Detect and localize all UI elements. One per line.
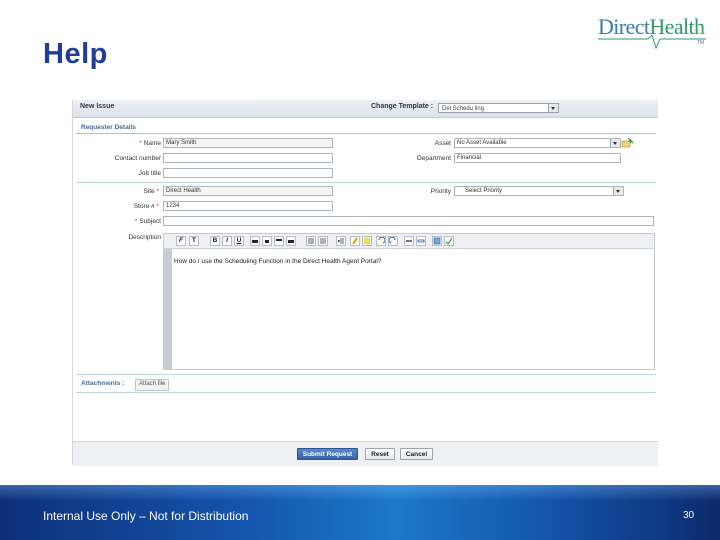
chevron-down-icon[interactable] bbox=[548, 104, 558, 112]
department-label: Department bbox=[417, 155, 451, 162]
asset-label: Asset bbox=[434, 140, 451, 147]
spell-check-icon[interactable] bbox=[444, 236, 454, 246]
indent-icon[interactable] bbox=[336, 236, 346, 246]
undo-icon[interactable] bbox=[376, 236, 386, 246]
site-label: Site * bbox=[143, 188, 159, 195]
insert-image-icon[interactable] bbox=[432, 236, 442, 246]
new-issue-window: New Issue Change Template : Del Schedu l… bbox=[72, 100, 658, 466]
editor-toolbar: F T B I U bbox=[164, 234, 654, 249]
logo-tm: TM bbox=[697, 40, 705, 46]
priority-label: Priority bbox=[430, 188, 451, 195]
submit-request-button[interactable]: Submit Request bbox=[297, 448, 358, 460]
template-select[interactable]: Del Schedu ling bbox=[438, 103, 559, 113]
store-field[interactable]: 1234 bbox=[163, 201, 333, 211]
underline-button[interactable]: U bbox=[234, 236, 244, 246]
contact-number-label: Contact number bbox=[114, 155, 161, 162]
chevron-down-icon[interactable] bbox=[613, 187, 623, 195]
slide-title: Help bbox=[43, 38, 108, 70]
page-number: 30 bbox=[683, 510, 695, 521]
attachments-divider bbox=[76, 374, 656, 375]
direct-health-logo: DirectHealth TM bbox=[598, 14, 706, 49]
font-size-icon[interactable]: T bbox=[189, 236, 199, 246]
job-title-label: Job title bbox=[138, 170, 161, 177]
reset-button[interactable]: Reset bbox=[365, 448, 395, 460]
align-left-icon[interactable] bbox=[250, 236, 260, 246]
contact-number-field[interactable] bbox=[163, 153, 333, 163]
form-actions-bar: Submit Request Reset Cancel bbox=[73, 441, 658, 466]
attachments-bottom-divider bbox=[76, 392, 656, 393]
footer-text: Internal Use Only – Not for Distribution bbox=[43, 509, 249, 523]
asset-select[interactable]: No Asset Available bbox=[454, 138, 621, 148]
name-field[interactable]: Mary Smith bbox=[163, 138, 333, 148]
font-family-icon[interactable]: F bbox=[176, 236, 186, 246]
redo-icon[interactable] bbox=[388, 236, 398, 246]
job-title-field[interactable] bbox=[163, 168, 333, 178]
attachments-label: Attachments : bbox=[81, 380, 125, 387]
subject-label: * Subject bbox=[134, 218, 161, 225]
cancel-button[interactable]: Cancel bbox=[400, 448, 433, 460]
site-field[interactable]: Direct Health bbox=[163, 186, 333, 196]
heartbeat-icon bbox=[598, 35, 706, 49]
priority-value: Select Priority bbox=[465, 188, 503, 194]
align-right-icon[interactable] bbox=[274, 236, 284, 246]
link-icon[interactable] bbox=[416, 236, 426, 246]
description-label: Description bbox=[128, 234, 161, 241]
store-label: Store # * bbox=[133, 203, 159, 210]
description-text: How do I use the Scheduling Function in … bbox=[174, 258, 382, 265]
window-title: New Issue bbox=[80, 103, 115, 110]
italic-button[interactable]: I bbox=[222, 236, 232, 246]
editor-gutter bbox=[163, 234, 172, 369]
name-label: * Name bbox=[139, 140, 161, 147]
change-template-label: Change Template : bbox=[371, 103, 434, 110]
asset-value: No Asset Available bbox=[457, 140, 507, 146]
requester-details-header: Requester Details bbox=[76, 122, 656, 134]
align-center-icon[interactable] bbox=[262, 236, 272, 246]
bold-button[interactable]: B bbox=[210, 236, 220, 246]
chevron-down-icon[interactable] bbox=[610, 139, 620, 147]
template-value: Del Schedu ling bbox=[442, 106, 485, 112]
subject-field[interactable] bbox=[163, 216, 654, 226]
numbered-list-icon[interactable] bbox=[318, 236, 328, 246]
department-field[interactable]: Financial bbox=[454, 153, 621, 163]
add-asset-icon[interactable] bbox=[621, 138, 633, 148]
bulleted-list-icon[interactable] bbox=[306, 236, 316, 246]
text-color-icon[interactable] bbox=[350, 236, 360, 246]
highlight-icon[interactable] bbox=[362, 236, 372, 246]
window-titlebar: New Issue Change Template : Del Schedu l… bbox=[73, 100, 658, 118]
align-justify-icon[interactable] bbox=[286, 236, 296, 246]
priority-select[interactable]: Select Priority bbox=[454, 186, 624, 196]
horizontal-rule-icon[interactable] bbox=[404, 236, 414, 246]
section-divider bbox=[76, 182, 656, 183]
attach-file-button[interactable]: Attach file bbox=[135, 379, 170, 391]
description-editor[interactable]: F T B I U How do I use the Scheduling Fu… bbox=[163, 233, 655, 370]
